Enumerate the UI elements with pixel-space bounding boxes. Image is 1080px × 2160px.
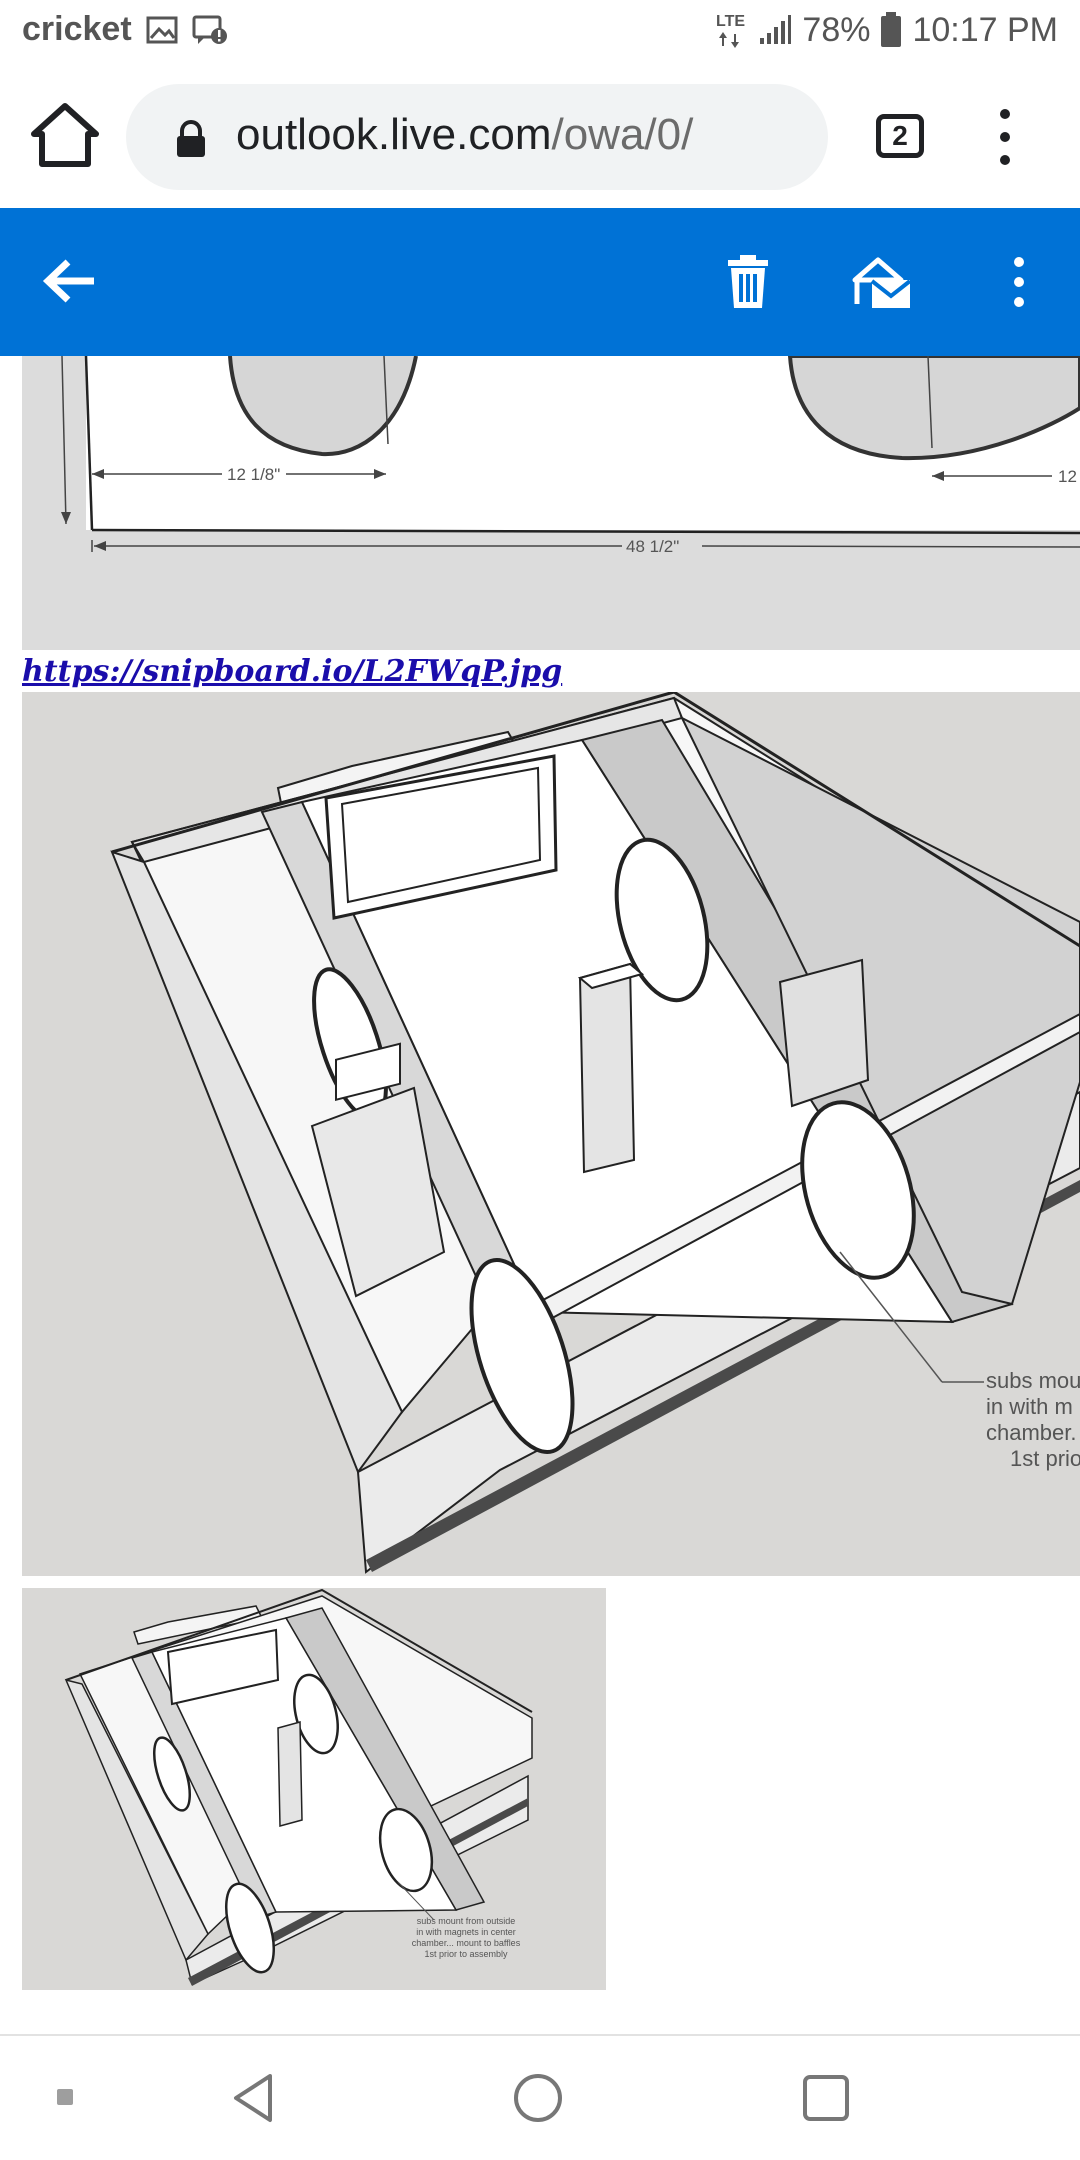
delete-icon[interactable] [726, 254, 770, 310]
dimension-drawing-image[interactable]: 12 1/8" 12 48 1/2" [22, 356, 1080, 650]
more-options-icon[interactable] [1006, 254, 1032, 310]
lock-icon [177, 120, 205, 157]
email-body[interactable]: 12 1/8" 12 48 1/2" https://snipboard.io/… [0, 356, 1080, 2036]
back-nav-icon[interactable] [230, 2072, 276, 2124]
note-line-1: subs mou [986, 1368, 1080, 1393]
signal-strength-icon [760, 15, 792, 44]
url-path: /owa/0/ [551, 110, 694, 159]
snipboard-link[interactable]: https://snipboard.io/L2FWqP.jpg [22, 654, 562, 689]
thumb-note-line-1: subs mount from outside [417, 1916, 516, 1926]
note-line-2: in with m [986, 1394, 1073, 1419]
dim-left-label: 12 1/8" [227, 465, 280, 484]
nav-dot-icon[interactable] [56, 2088, 74, 2106]
browser-menu-icon[interactable] [990, 104, 1020, 170]
enclosure-drawing-thumbnail[interactable]: subs mount from outside in with magnets … [22, 1588, 606, 1990]
alert-message-icon [192, 15, 227, 44]
back-arrow-icon[interactable] [42, 258, 96, 304]
dim-width-label: 48 1/2" [626, 537, 679, 556]
lte-data-icon: LTE [716, 13, 746, 48]
system-nav-bar [0, 2036, 1080, 2160]
status-right: LTE 78% 10:17 PM [714, 10, 1058, 50]
battery-icon [881, 12, 902, 47]
status-bar: cricket LTE 78% 10:17 PM [0, 0, 1080, 66]
home-nav-icon[interactable] [512, 2072, 564, 2124]
network-label: LTE [716, 13, 745, 30]
tab-switcher-button[interactable]: 2 [876, 114, 924, 158]
enclosure-drawing-large[interactable]: subs mou in with m chamber. 1st prio [22, 692, 1080, 1576]
tab-count: 2 [892, 120, 908, 151]
note-line-4: 1st prio [1010, 1446, 1080, 1471]
note-line-3: chamber. [986, 1420, 1077, 1445]
url-host: outlook.live.com [236, 110, 552, 159]
battery-percent: 78% [802, 10, 871, 49]
address-bar[interactable]: outlook.live.com/owa/0/ [126, 84, 828, 190]
recents-nav-icon[interactable] [802, 2074, 850, 2122]
thumb-note-line-4: 1st prior to assembly [424, 1949, 508, 1959]
dim-right-label: 12 [1058, 467, 1077, 486]
status-left: cricket [22, 10, 228, 49]
outlook-app-bar [0, 208, 1080, 356]
gallery-icon [146, 16, 178, 43]
carrier-label: cricket [22, 10, 132, 48]
browser-toolbar: outlook.live.com/owa/0/ 2 [0, 66, 1080, 208]
url-text[interactable]: outlook.live.com/owa/0/ [236, 110, 693, 160]
thumb-note-line-2: in with magnets in center [416, 1927, 516, 1937]
home-icon[interactable] [30, 100, 100, 170]
clock: 10:17 PM [912, 10, 1058, 49]
thumb-note-line-3: chamber... mount to baffles [412, 1938, 521, 1948]
mark-unread-icon[interactable] [852, 254, 912, 310]
